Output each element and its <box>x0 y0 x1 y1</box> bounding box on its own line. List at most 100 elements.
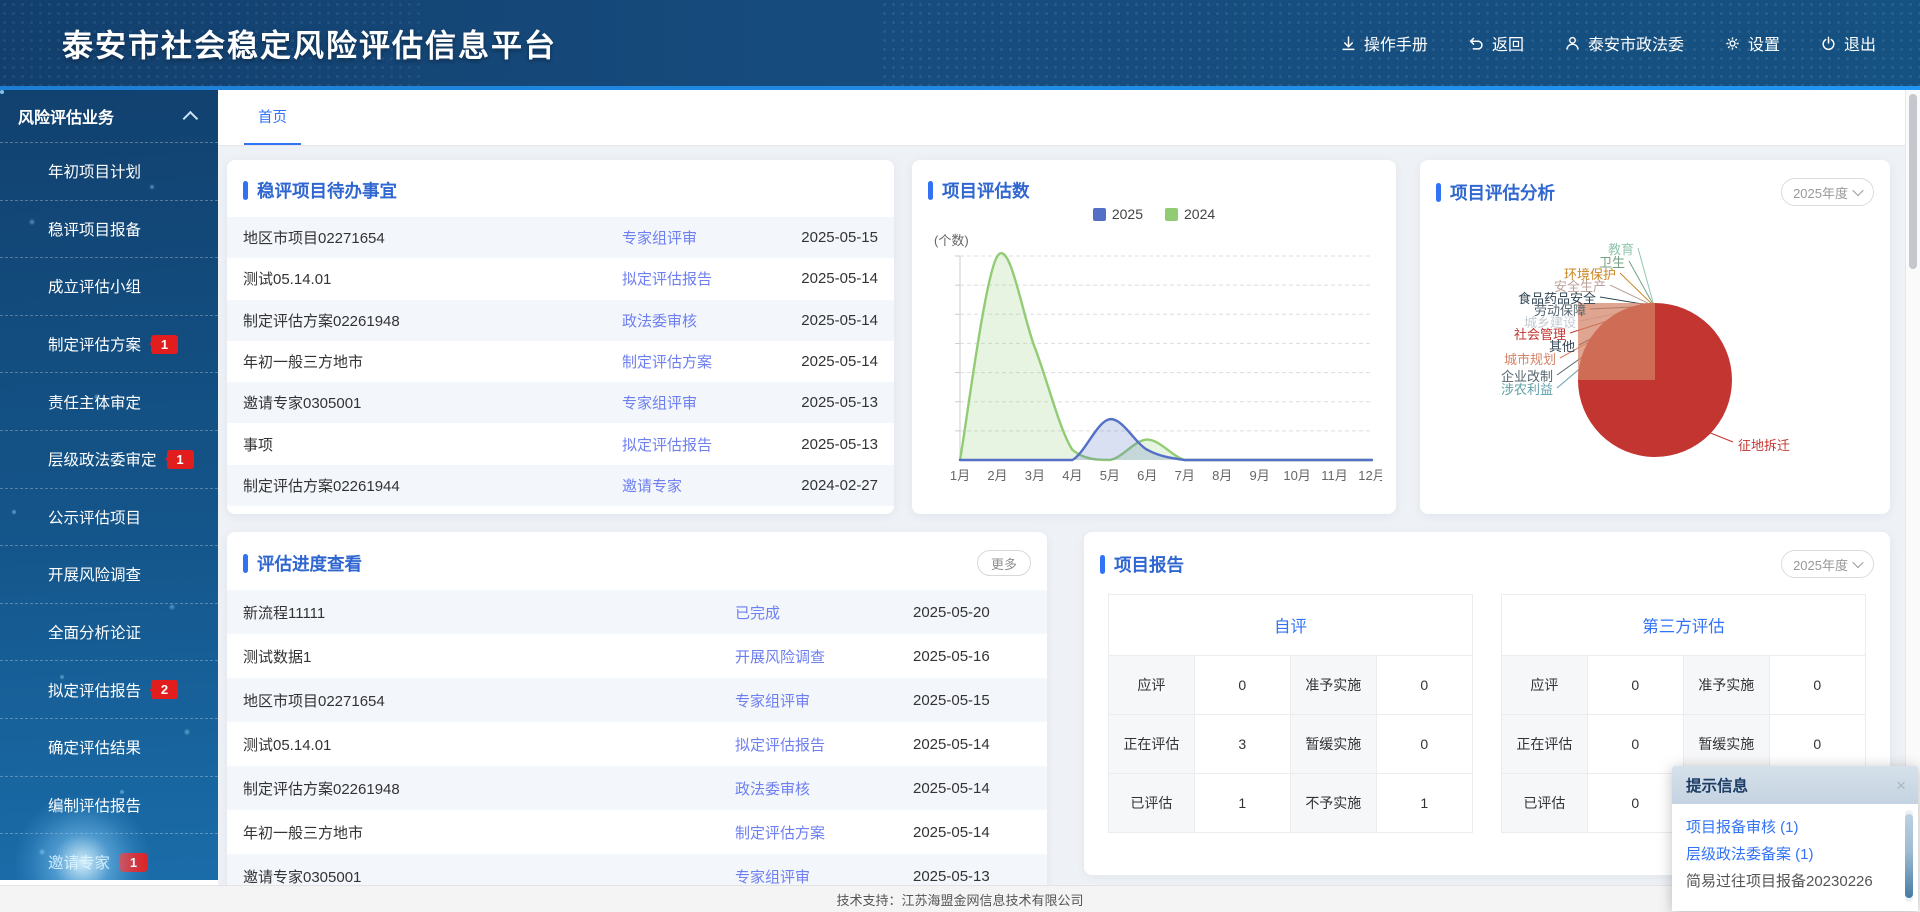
page-scrollbar-thumb[interactable] <box>1909 94 1917 269</box>
report-cell: 正在评估 <box>1502 715 1588 774</box>
project-name: 测试05.14.01 <box>243 734 735 755</box>
card-title: 项目报告 <box>1114 552 1781 577</box>
svg-text:8月: 8月 <box>1212 468 1232 483</box>
legend-label: 2025 <box>1112 206 1143 222</box>
sidebar-item-10[interactable]: 拟定评估报告2 <box>0 661 218 719</box>
status-link[interactable]: 制定评估方案 <box>735 822 913 843</box>
sidebar-item-6[interactable]: 层级政法委审定1 <box>0 431 218 489</box>
return-icon <box>1468 35 1485 52</box>
status-link[interactable]: 拟定评估报告 <box>735 734 913 755</box>
legend-label: 2024 <box>1184 206 1215 222</box>
sidebar-item-1[interactable]: 年初项目计划 <box>0 143 218 201</box>
page-footer: 技术支持：江苏海盟金网信息技术有限公司 <box>0 885 1920 912</box>
card-pending-items: 稳评项目待办事宜 地区市项目02271654专家组评审2025-05-15测试0… <box>227 160 894 514</box>
status-link[interactable]: 拟定评估报告 <box>622 434 774 455</box>
notification-badge: 1 <box>120 853 147 872</box>
header-menu-download[interactable]: 操作手册 <box>1340 31 1428 55</box>
project-name: 制定评估方案02261944 <box>243 475 622 496</box>
sidebar-item-11[interactable]: 确定评估结果 <box>0 719 218 777</box>
svg-text:10月: 10月 <box>1283 468 1310 483</box>
card-assessment-count-chart: 项目评估数 20252024 (个数) 1月2月3月4月5月6月7月8月9月10… <box>912 160 1396 514</box>
menu-label: 操作手册 <box>1364 31 1428 55</box>
sidebar-item-9[interactable]: 全面分析论证 <box>0 604 218 662</box>
legend-item-2024[interactable]: 2024 <box>1165 206 1215 222</box>
status-link[interactable]: 邀请专家 <box>622 475 774 496</box>
report-cell: 已评估 <box>1502 774 1588 833</box>
report-cell: 暂缓实施 <box>1290 715 1376 774</box>
sidebar-item-7[interactable]: 公示评估项目 <box>0 489 218 547</box>
header-menu-power[interactable]: 退出 <box>1820 31 1876 55</box>
date-text: 2025-05-20 <box>913 604 1031 621</box>
project-name: 年初一般三方地市 <box>243 351 622 372</box>
sidebar-item-label: 拟定评估报告 <box>48 679 141 701</box>
card-progress-view: 评估进度查看 更多 新流程11111已完成2025-05-20测试数据1开展风险… <box>227 532 1047 900</box>
status-link[interactable]: 政法委审核 <box>735 778 913 799</box>
status-link[interactable]: 专家组评审 <box>735 866 913 887</box>
status-link[interactable]: 已完成 <box>735 602 913 623</box>
project-name: 事项 <box>243 434 622 455</box>
title-bar-accent <box>928 181 933 200</box>
sidebar-item-8[interactable]: 开展风险调查 <box>0 546 218 604</box>
sidebar-item-label: 邀请专家 <box>48 851 110 873</box>
date-text: 2025-05-15 <box>774 229 878 246</box>
date-text: 2025-05-13 <box>774 436 878 453</box>
report-cell: 正在评估 <box>1109 715 1195 774</box>
status-link[interactable]: 专家组评审 <box>735 690 913 711</box>
date-text: 2025-05-13 <box>913 868 1031 885</box>
date-text: 2025-05-14 <box>774 270 878 287</box>
card-assessment-analysis: 项目评估分析 2025年度 教育卫生环境保护安全生产食品药品安全劳动保障城乡建设… <box>1420 160 1890 514</box>
report-cell: 0 <box>1376 656 1472 715</box>
sidebar-section-risk-assessment[interactable]: 风险评估业务 <box>0 90 218 143</box>
legend-item-2025[interactable]: 2025 <box>1093 206 1143 222</box>
power-icon <box>1820 35 1837 52</box>
list-item: 新流程11111已完成2025-05-20 <box>227 590 1047 634</box>
title-bar-accent <box>243 554 248 573</box>
sidebar-item-12[interactable]: 编制评估报告 <box>0 777 218 835</box>
legend-swatch <box>1165 208 1178 221</box>
year-filter-dropdown[interactable]: 2025年度 <box>1781 550 1874 578</box>
date-text: 2025-05-14 <box>774 353 878 370</box>
project-name: 年初一般三方地市 <box>243 822 735 843</box>
status-link[interactable]: 拟定评估报告 <box>622 268 774 289</box>
sidebar-item-5[interactable]: 责任主体审定 <box>0 373 218 431</box>
popup-scrollbar-thumb[interactable] <box>1905 814 1913 898</box>
footer-text: 技术支持：江苏海盟金网信息技术有限公司 <box>836 890 1083 909</box>
sidebar-item-label: 确定评估结果 <box>48 736 141 758</box>
popup-title: 提示信息 <box>1686 774 1896 796</box>
report-table: 自评应评0准予实施0正在评估3暂缓实施0已评估1不予实施1 <box>1108 594 1473 833</box>
sidebar-item-4[interactable]: 制定评估方案1 <box>0 316 218 374</box>
report-cell: 0 <box>1769 715 1865 774</box>
card-title: 项目评估数 <box>942 178 1380 203</box>
sidebar-item-3[interactable]: 成立评估小组 <box>0 258 218 316</box>
status-link[interactable]: 政法委审核 <box>622 310 774 331</box>
popup-link[interactable]: 层级政法委备案 (1) <box>1686 841 1896 868</box>
card-title: 稳评项目待办事宜 <box>257 178 878 203</box>
sidebar-item-label: 责任主体审定 <box>48 391 141 413</box>
list-item: 制定评估方案02261944邀请专家2024-02-27 <box>227 465 894 506</box>
header-menu-user[interactable]: 泰安市政法委 <box>1564 31 1684 55</box>
report-cell: 0 <box>1376 715 1472 774</box>
status-link[interactable]: 专家组评审 <box>622 227 774 248</box>
app-header: 泰安市社会稳定风险评估信息平台 操作手册返回泰安市政法委设置退出 <box>0 0 1920 86</box>
date-text: 2025-05-16 <box>913 648 1031 665</box>
report-cell: 暂缓实施 <box>1683 715 1769 774</box>
tab-home[interactable]: 首页 <box>244 90 301 145</box>
header-menu-return[interactable]: 返回 <box>1468 31 1524 55</box>
report-table-title: 自评 <box>1109 595 1473 656</box>
status-link[interactable]: 制定评估方案 <box>622 351 774 372</box>
more-button[interactable]: 更多 <box>977 550 1031 576</box>
project-name: 测试05.14.01 <box>243 268 622 289</box>
list-item: 制定评估方案02261948政法委审核2025-05-14 <box>227 766 1047 810</box>
header-menu-gear[interactable]: 设置 <box>1724 31 1780 55</box>
svg-text:12月: 12月 <box>1358 468 1382 483</box>
report-cell: 0 <box>1194 656 1290 715</box>
popup-link[interactable]: 项目报备审核 (1) <box>1686 814 1896 841</box>
chart-legend: 2025 2024 <box>912 206 1396 222</box>
status-link[interactable]: 开展风险调查 <box>735 646 913 667</box>
project-name: 地区市项目02271654 <box>243 227 622 248</box>
close-icon[interactable]: × <box>1896 777 1906 794</box>
status-link[interactable]: 专家组评审 <box>622 392 774 413</box>
menu-label: 设置 <box>1748 31 1780 55</box>
sidebar-item-2[interactable]: 稳评项目报备 <box>0 201 218 259</box>
sidebar-item-13[interactable]: 邀请专家 1 <box>0 834 218 880</box>
